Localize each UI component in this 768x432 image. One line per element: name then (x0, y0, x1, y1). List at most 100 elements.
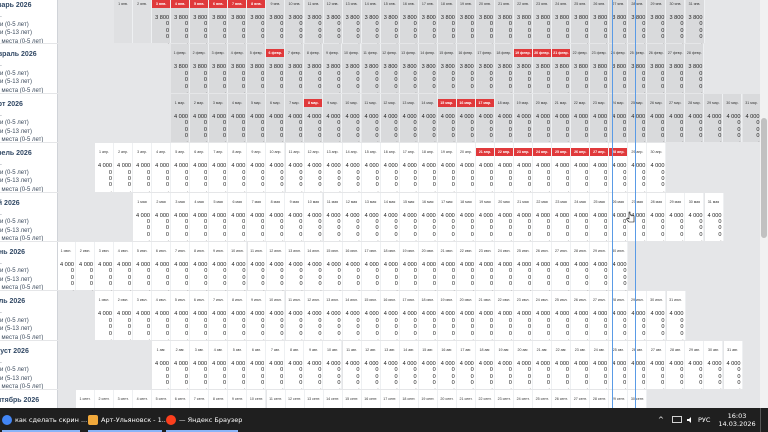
day-cell[interactable]: 3 мар. 4 000 0 0 0- (209, 93, 229, 143)
day-cell[interactable]: 31 мая 4 000 0 0 0- (704, 192, 724, 242)
day-cell[interactable]: 25 июл. 4 000 0 0 0- (552, 291, 572, 340)
day-cell[interactable]: 8 июн. 4 000 0 0 0- (190, 241, 210, 291)
day-cell[interactable]: 29 сент.4 000000- (609, 390, 629, 408)
day-cell[interactable]: 8 сент.4 000000- (209, 390, 229, 408)
day-cell[interactable]: 9 янв. 3 800 0 0 0- (266, 0, 286, 44)
day-cell[interactable]: 11 июл. 4 000 0 0 0- (285, 291, 305, 340)
day-cell[interactable]: 8 февр. 3 800 0 0 0- (304, 44, 324, 94)
day-cell[interactable]: 2 июн. 4 000 0 0 0- (76, 241, 96, 291)
day-cell[interactable]: 29 авг. 4 000 0 0 0- (685, 340, 705, 390)
day-cell[interactable]: 5 янв. 3 800 0 0 0- (190, 0, 210, 44)
day-cell[interactable]: 17 февр. 3 800 0 0 0- (475, 44, 495, 94)
day-cell[interactable]: 2 мая 4 000 0 0 0- (152, 192, 172, 242)
day-cell[interactable]: 25 мая 4 000 0 0 0- (590, 192, 610, 242)
day-cell[interactable]: 7 мая 4 000 0 0 0- (247, 192, 267, 242)
day-cell[interactable]: 26 июн. 4 000 0 0 0- (533, 241, 553, 291)
day-cell[interactable]: 22 июн. 4 000 0 0 0- (457, 241, 477, 291)
day-cell[interactable]: 1 авг. 4 000 0 0 0- (152, 340, 171, 390)
day-cell[interactable]: 30 апр. 4 000 0 0 0- (647, 143, 667, 192)
day-cell[interactable]: 22 авг. 4 000 0 0 0- (552, 340, 572, 390)
day-cell[interactable]: 23 июл. 4 000 0 0 0- (514, 291, 534, 340)
day-cell[interactable]: 14 июн. 4 000 0 0 0- (304, 241, 324, 291)
day-cell[interactable]: 6 сент.4 000000- (171, 390, 191, 408)
day-cell[interactable]: 29 мая 4 000 0 0 0- (666, 192, 686, 242)
day-cell[interactable]: 16 февр. 3 800 0 0 0- (456, 44, 476, 94)
day-cell[interactable]: 4 февр. 3 800 0 0 0- (228, 44, 248, 94)
day-cell[interactable]: 22 апр. 4 000 0 0 0- (495, 143, 515, 192)
day-cell[interactable]: 10 июн. 4 000 0 0 0- (228, 241, 248, 291)
day-cell[interactable]: 6 мая 4 000 0 0 0- (228, 192, 248, 242)
day-cell[interactable]: 28 апр. 4 000 0 0 0- (609, 143, 629, 192)
day-cell[interactable]: 23 авг. 4 000 0 0 0- (571, 340, 591, 390)
day-cell[interactable]: 16 авг. 4 000 0 0 0- (437, 340, 457, 390)
day-cell[interactable]: 13 авг. 4 000 0 0 0- (380, 340, 400, 390)
day-cell[interactable]: 31 авг. 4 000 0 0 0- (723, 340, 743, 390)
day-cell[interactable]: 21 июл. 4 000 0 0 0- (476, 291, 495, 340)
day-cell[interactable]: 11 мая 4 000 0 0 0- (323, 192, 343, 242)
day-cell[interactable]: 14 сент.4 000000- (323, 390, 343, 408)
day-cell[interactable]: 11 мар. 4 000 0 0 0- (361, 93, 381, 143)
day-cell[interactable]: 9 авг. 4 000 0 0 0- (304, 340, 324, 390)
day-cell[interactable]: 13 мая 4 000 0 0 0- (361, 192, 381, 242)
scrollbar-thumb[interactable] (761, 118, 767, 238)
day-cell[interactable]: 30 июл. 4 000 0 0 0- (647, 291, 667, 340)
day-cell[interactable]: 21 февр. 3 800 0 0 0- (552, 44, 571, 94)
day-cell[interactable]: 15 мар. 4 000 0 0 0- (437, 93, 457, 143)
day-cell[interactable]: 2 апр. 4 000 0 0 0- (114, 143, 134, 192)
day-cell[interactable]: 29 июл. 4 000 0 0 0- (628, 291, 648, 340)
day-cell[interactable]: 12 авг. 4 000 0 0 0- (361, 340, 381, 390)
day-cell[interactable]: 3 апр. 4 000 0 0 0- (133, 143, 153, 192)
day-cell[interactable]: 8 мар. 4 000 0 0 0- (304, 93, 324, 143)
day-cell[interactable]: 20 мая 4 000 0 0 0- (494, 192, 514, 242)
day-cell[interactable]: 7 июл. 4 000 0 0 0- (209, 291, 229, 340)
day-cell[interactable]: 27 янв. 3 800 0 0 0- (609, 0, 629, 44)
day-cell[interactable]: 18 июн. 4 000 0 0 0- (380, 241, 400, 291)
day-cell[interactable]: 11 сент.4 000000- (266, 390, 286, 408)
day-cell[interactable]: 23 янв. 3 800 0 0 0- (533, 0, 553, 44)
day-cell[interactable]: 16 июл. 4 000 0 0 0- (380, 291, 400, 340)
day-cell[interactable]: 15 авг. 4 000 0 0 0- (418, 340, 438, 390)
day-cell[interactable]: 23 июн. 4 000 0 0 0- (476, 241, 496, 291)
day-cell[interactable]: 25 мар. 4 000 0 0 0- (628, 93, 648, 143)
day-cell[interactable]: 30 июн. 4 000 0 0 0- (609, 241, 629, 291)
day-cell[interactable]: 19 янв. 3 800 0 0 0- (456, 0, 476, 44)
day-cell[interactable]: 27 апр. 4 000 0 0 0- (590, 143, 610, 192)
day-cell[interactable]: 16 сент.4 000000- (361, 390, 381, 408)
day-cell[interactable]: 20 янв. 3 800 0 0 0- (475, 0, 495, 44)
day-cell[interactable]: 2 янв. (133, 0, 153, 44)
day-cell[interactable]: 27 февр. 3 800 0 0 0- (666, 44, 686, 94)
day-cell[interactable]: 20 авг. 4 000 0 0 0- (513, 340, 533, 390)
day-cell[interactable]: 4 июл. 4 000 0 0 0- (152, 291, 172, 340)
day-cell[interactable]: 1 янв. (114, 0, 133, 44)
day-cell[interactable]: 16 янв. 3 800 0 0 0- (399, 0, 419, 44)
day-cell[interactable]: 26 февр. 3 800 0 0 0- (647, 44, 667, 94)
day-cell[interactable]: 6 янв. 3 800 0 0 0- (209, 0, 229, 44)
day-cell[interactable]: 13 янв. 3 800 0 0 0- (342, 0, 362, 44)
day-cell[interactable]: 15 апр. 4 000 0 0 0- (361, 143, 381, 192)
day-cell[interactable]: 10 янв. 3 800 0 0 0- (285, 0, 305, 44)
day-cell[interactable]: 17 июн. 4 000 0 0 0- (361, 241, 381, 291)
chevron-up-icon[interactable]: ^ (658, 408, 664, 432)
day-cell[interactable]: 28 сент.4 000000- (590, 390, 610, 408)
day-cell[interactable]: 28 мар. 4 000 0 0 0- (685, 93, 705, 143)
day-cell[interactable]: 20 февр. 3 800 0 0 0- (532, 44, 552, 94)
vertical-scrollbar[interactable] (760, 0, 768, 408)
day-cell[interactable]: 9 июн. 4 000 0 0 0- (209, 241, 229, 291)
day-cell[interactable]: 21 янв. 3 800 0 0 0- (495, 0, 514, 44)
day-cell[interactable]: 8 мая 4 000 0 0 0- (266, 192, 286, 242)
day-cell[interactable]: 10 мая 4 000 0 0 0- (304, 192, 324, 242)
day-cell[interactable]: 29 июн. 4 000 0 0 0- (590, 241, 610, 291)
day-cell[interactable]: 28 июл. 4 000 0 0 0- (609, 291, 629, 340)
day-cell[interactable]: 25 апр. 4 000 0 0 0- (552, 143, 572, 192)
day-cell[interactable]: 30 мар. 4 000 0 0 0- (723, 93, 743, 143)
day-cell[interactable]: 21 мая 4 000 0 0 0- (514, 192, 533, 242)
day-cell[interactable]: 27 июн. 4 000 0 0 0- (552, 241, 572, 291)
day-cell[interactable]: 9 июл. 4 000 0 0 0- (247, 291, 267, 340)
day-cell[interactable]: 19 апр. 4 000 0 0 0- (437, 143, 457, 192)
taskbar-item-3[interactable]: — Яндекс Браузер (166, 408, 242, 432)
day-cell[interactable]: 22 мар. 4 000 0 0 0- (571, 93, 591, 143)
day-cell[interactable]: 30 сент.4 000000- (628, 390, 648, 408)
day-cell[interactable]: 1 сент.4 000000- (76, 390, 95, 408)
day-cell[interactable]: 18 янв. 3 800 0 0 0- (437, 0, 457, 44)
day-cell[interactable]: 16 апр. 4 000 0 0 0- (380, 143, 400, 192)
